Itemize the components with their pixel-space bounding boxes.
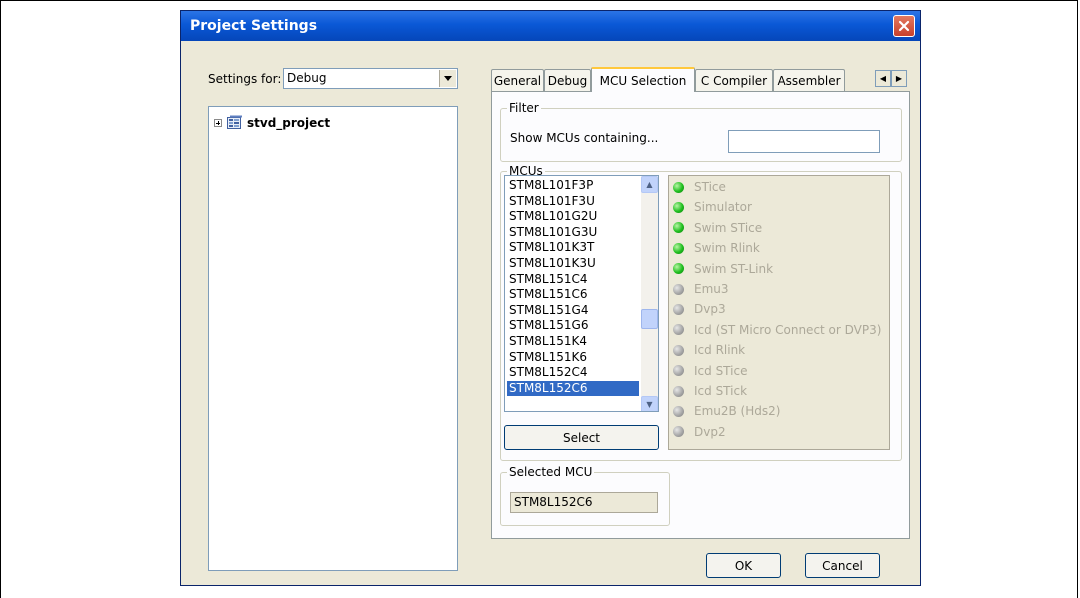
project-tree[interactable]: stvd_project [208, 106, 458, 571]
tab-debug[interactable]: Debug [544, 69, 591, 91]
filter-group-label: Filter [507, 101, 541, 115]
filter-label: Show MCUs containing... [510, 131, 659, 145]
tab-assembler[interactable]: Assembler [773, 69, 845, 91]
close-button[interactable] [893, 15, 915, 37]
status-led-gray-icon [673, 283, 684, 295]
close-icon [898, 20, 910, 32]
cancel-button[interactable]: Cancel [805, 553, 880, 578]
debugger-label: Emu3 [694, 282, 729, 296]
debugger-label: STice [694, 180, 726, 194]
mcu-list-item[interactable]: STM8L101G2U [507, 209, 639, 224]
mcu-list-item[interactable]: STM8L151C6 [507, 287, 639, 302]
debugger-label: Emu2B (Hds2) [694, 404, 781, 419]
mcu-list-item[interactable]: STM8L152C4 [507, 365, 639, 380]
chevron-up-icon: ▲ [646, 180, 653, 189]
selected-mcu-group-label: Selected MCU [507, 465, 595, 479]
debugger-item: Swim Rlink [673, 239, 760, 257]
settings-for-value: Debug [287, 71, 327, 85]
status-led-gray-icon [673, 385, 684, 397]
debugger-item: Swim STice [673, 219, 762, 237]
debugger-item: STice [673, 178, 726, 196]
debugger-label: Icd STick [694, 384, 748, 398]
debugger-list: STice Simulator Swim STice Swim Rlink Swim S… [668, 175, 890, 450]
debugger-label: Simulator [694, 200, 752, 215]
expand-icon[interactable] [214, 118, 222, 127]
mcu-selection-panel: Filter Show MCUs containing... MCUs ▲ ▼ … [491, 91, 910, 539]
scroll-up-button[interactable]: ▲ [641, 176, 658, 193]
debugger-item: Swim ST-Link [673, 260, 773, 278]
mcu-list-item[interactable]: STM8L101K3U [507, 256, 639, 271]
status-led-gray-icon [673, 405, 684, 417]
debugger-item: Simulator [673, 198, 752, 216]
tab-c-compiler[interactable]: C Compiler [695, 69, 773, 91]
mcu-list-item[interactable]: STM8L101K3T [507, 240, 639, 255]
ok-button[interactable]: OK [706, 553, 781, 578]
debugger-item: Icd STick [673, 382, 747, 400]
status-led-gray-icon [673, 324, 684, 336]
selected-mcu-field: STM8L152C6 [510, 492, 658, 513]
debugger-item: Icd STice [673, 362, 747, 380]
title-bar: Project Settings [181, 11, 920, 41]
mcu-list-item[interactable]: STM8L151C4 [507, 272, 639, 287]
chevron-down-icon: ▼ [646, 400, 653, 409]
mcu-list-item[interactable]: STM8L151K6 [507, 350, 639, 365]
status-led-gray-icon [673, 365, 684, 377]
status-led-green-icon [673, 242, 684, 254]
debugger-label: Icd Rlink [694, 343, 746, 358]
debugger-label: Swim ST-Link [694, 261, 774, 276]
debugger-item: Icd (ST Micro Connect or DVP3) [673, 321, 881, 339]
arrow-right-icon: ▶ [895, 74, 903, 83]
mcu-list-item[interactable]: STM8L101G3U [507, 225, 639, 240]
tab-scroll-right-button[interactable]: ▶ [891, 70, 907, 87]
status-led-green-icon [673, 222, 684, 234]
chevron-down-icon[interactable] [439, 70, 456, 87]
tree-item-project[interactable]: stvd_project [214, 115, 330, 130]
status-led-green-icon [673, 181, 684, 193]
mcu-list[interactable]: ▲ ▼ STM8L101F3P STM8L101F3U STM8L101G2U STM… [504, 175, 659, 412]
tab-general[interactable]: General [491, 69, 544, 91]
settings-for-label: Settings for: [208, 72, 282, 86]
debugger-item: Emu3 [673, 280, 729, 298]
status-led-gray-icon [673, 303, 684, 315]
project-icon [227, 115, 243, 130]
debugger-label: Swim STice [694, 220, 763, 235]
debugger-item: Emu2B (Hds2) [673, 402, 780, 420]
debugger-item: Dvp3 [673, 300, 726, 318]
debugger-label: Icd (ST Micro Connect or DVP3) [694, 322, 882, 337]
settings-for-dropdown[interactable]: Debug [283, 68, 458, 89]
project-settings-dialog: Project Settings Settings for: Debug stv… [180, 10, 921, 586]
status-led-green-icon [673, 201, 684, 213]
status-led-gray-icon [673, 426, 684, 438]
mcu-list-item[interactable]: STM8L151G4 [507, 303, 639, 318]
debugger-item: Dvp2 [673, 423, 726, 441]
debugger-item: Icd Rlink [673, 341, 745, 359]
scroll-down-button[interactable]: ▼ [641, 396, 658, 411]
filter-input[interactable] [728, 130, 880, 153]
debugger-label: Swim Rlink [694, 241, 760, 256]
debugger-label: Icd STice [694, 363, 748, 378]
mcu-list-scrollbar[interactable]: ▲ ▼ [641, 176, 658, 411]
mcu-list-item[interactable]: STM8L101F3P [507, 178, 639, 193]
tab-scroll-left-button[interactable]: ◀ [875, 70, 891, 87]
arrow-left-icon: ◀ [879, 74, 887, 83]
scroll-thumb[interactable] [641, 309, 658, 329]
debugger-label: Dvp2 [694, 424, 726, 439]
window-title: Project Settings [190, 18, 318, 34]
tree-item-label: stvd_project [247, 115, 331, 130]
mcu-list-item[interactable]: STM8L151G6 [507, 318, 639, 333]
mcu-list-item[interactable]: STM8L151K4 [507, 334, 639, 349]
debugger-label: Dvp3 [694, 302, 726, 317]
mcu-list-item[interactable]: STM8L101F3U [507, 194, 639, 209]
select-button[interactable]: Select [504, 425, 659, 450]
selected-mcu-value: STM8L152C6 [514, 495, 593, 509]
tab-mcu-selection[interactable]: MCU Selection [591, 67, 695, 92]
status-led-gray-icon [673, 344, 684, 356]
status-led-green-icon [673, 263, 684, 275]
mcu-list-item[interactable]: STM8L152C6 [507, 380, 639, 396]
